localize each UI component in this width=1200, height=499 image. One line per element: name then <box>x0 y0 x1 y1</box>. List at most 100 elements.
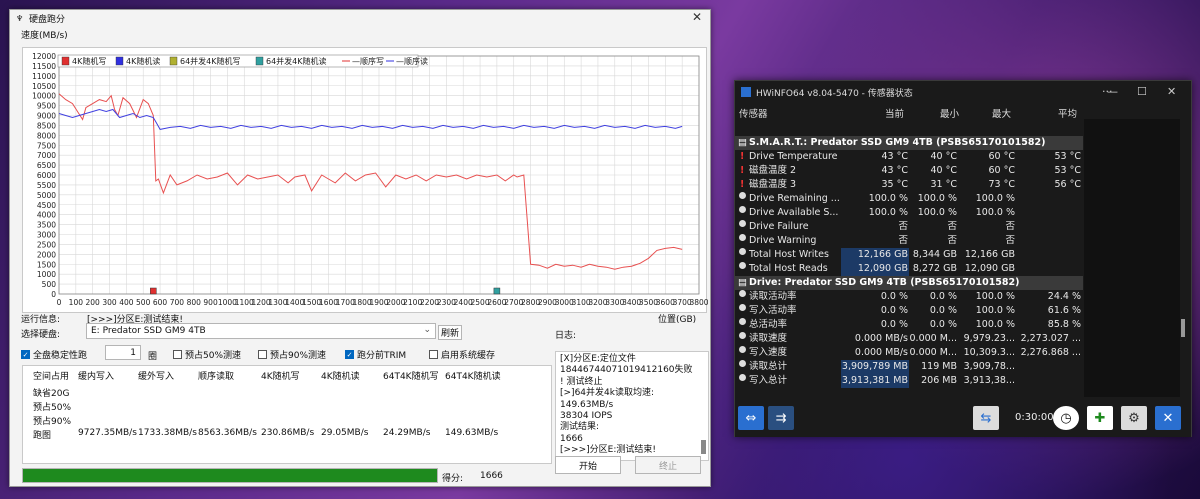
y-tick-label: 6500 <box>37 161 56 170</box>
log-scrollbar[interactable] <box>701 440 706 454</box>
sensor-row[interactable]: 读取总计 3,909,789 MB 119 MB 3,909,78... <box>735 360 1083 374</box>
system-cache-checkbox[interactable]: 启用系统缓存 <box>429 348 495 361</box>
expand-arrows-icon[interactable]: ⇉ <box>768 406 794 430</box>
results-header: 空间占用 <box>33 372 70 382</box>
sensor-min: 8,344 GB <box>912 249 957 260</box>
y-tick-label: 500 <box>42 280 57 289</box>
y-tick-label: 5000 <box>37 191 56 200</box>
sensor-section[interactable]: ▤ S.M.A.R.T.: Predator SSD GM9 4TB (PSBS6… <box>735 136 1083 150</box>
results-header: 缓外写入 <box>138 372 175 382</box>
results-header: 64T4K随机写 <box>383 372 439 382</box>
checkbox-label: 全盘稳定性跑 <box>33 351 88 361</box>
sensor-icon <box>739 234 746 241</box>
sensor-avg: 61.6 % <box>1047 305 1081 316</box>
maximize-button[interactable]: ☐ <box>1137 85 1147 98</box>
results-cell: 1733.38MB/s <box>138 428 197 438</box>
sensor-row[interactable]: Total Host Writes 12,166 GB 8,344 GB 12,166… <box>735 248 1083 262</box>
clock-icon[interactable]: ◷ <box>1053 406 1079 430</box>
checkbox-unchecked-icon <box>173 350 182 359</box>
col-sensor[interactable]: 传感器 <box>739 106 768 120</box>
sensor-label: Total Host Reads <box>749 263 828 274</box>
sensor-row[interactable]: Drive Warning 否 否 否 <box>735 234 1083 248</box>
results-header: 顺序读取 <box>198 372 235 382</box>
checkbox-label: 跑分前TRIM <box>357 351 407 361</box>
sensor-row[interactable]: ! 磁盘温度 3 35 °C 31 °C 73 °C 56 °C <box>735 178 1083 192</box>
network-icon[interactable]: ⇆ <box>973 406 999 430</box>
sensor-section[interactable]: ▤ Drive: Predator SSD GM9 4TB (PSBS651701… <box>735 276 1083 290</box>
results-cell: 24.29MB/s <box>383 428 431 438</box>
results-cell: 预占50% <box>33 403 72 413</box>
results-cell: 230.86MB/s <box>261 428 315 438</box>
x-tick-label: 800 <box>187 298 202 307</box>
sensor-row[interactable]: Drive Failure 否 否 否 <box>735 220 1083 234</box>
refresh-button[interactable]: 刷新 <box>438 325 462 340</box>
sensor-cur: 0.0 % <box>880 305 908 316</box>
sensor-row[interactable]: 写入总计 3,913,381 MB 206 MB 3,913,38... <box>735 374 1083 388</box>
sensor-row[interactable]: 写入速度 0.000 MB/s 0.000 M... 10,309.3... 2,276… <box>735 346 1083 360</box>
y-tick-label: 8000 <box>37 131 56 140</box>
sensor-min: 206 MB <box>921 375 957 386</box>
legend-label: 64并发4K随机写 <box>180 56 241 66</box>
col-current[interactable]: 当前 <box>885 106 904 120</box>
legend: 4K随机写 4K随机读 64并发4K随机写 64并发4K随机读 —顺序写 —顺序读 <box>57 54 428 68</box>
checkbox-label: 预占50%测速 <box>185 351 242 361</box>
drive-icon: ▤ <box>738 137 747 148</box>
loops-input[interactable]: 1 <box>105 345 141 360</box>
sensor-row[interactable]: 读取速度 0.000 MB/s 0.000 M... 9,979.23... 2,273… <box>735 332 1083 346</box>
legend-swatch <box>115 56 124 66</box>
add-report-icon[interactable]: ✚ <box>1087 406 1113 430</box>
sensor-icon <box>739 290 746 297</box>
x-tick-label: 500 <box>136 298 151 307</box>
y-tick-label: 1000 <box>37 270 56 279</box>
full-disk-stability-checkbox[interactable]: ✓ 全盘稳定性跑 <box>21 348 87 361</box>
y-tick-label: 8500 <box>37 121 56 130</box>
sensor-row[interactable]: 总活动率 0.0 % 0.0 % 100.0 % 85.8 % <box>735 318 1083 332</box>
score-label: 得分: <box>442 474 464 484</box>
y-axis-title: 速度(MB/s) <box>21 31 68 41</box>
close-button[interactable]: ✕ <box>1167 85 1176 98</box>
col-max[interactable]: 最大 <box>992 106 1011 120</box>
y-tick-label: 7500 <box>37 141 56 150</box>
sensor-cur: 否 <box>898 235 908 246</box>
sensor-row[interactable]: ! 磁盘温度 2 43 °C 40 °C 60 °C 53 °C <box>735 164 1083 178</box>
minimize-button[interactable]: — <box>1107 85 1118 98</box>
y-tick-label: 2000 <box>37 250 56 259</box>
sensor-row[interactable]: Drive Remaining ... 100.0 % 100.0 % 100.0 % <box>735 192 1083 206</box>
sensor-row[interactable]: 写入活动率 0.0 % 0.0 % 100.0 % 61.6 % <box>735 304 1083 318</box>
y-tick-label: 12000 <box>32 52 56 61</box>
close-button[interactable]: ✕ <box>692 10 702 24</box>
prefill-90-checkbox[interactable]: 预占90%测速 <box>258 348 326 361</box>
results-cell: 8563.36MB/s <box>198 428 257 438</box>
start-button[interactable]: 开始 <box>555 456 621 474</box>
y-tick-label: 0 <box>51 290 56 299</box>
sensor-row[interactable]: Drive Available S... 100.0 % 100.0 % 100.0 … <box>735 206 1083 220</box>
sensor-avg: 53 °C <box>1054 165 1082 176</box>
y-tick-label: 11000 <box>32 72 56 81</box>
log-line: 测试结果: <box>560 422 600 433</box>
sensor-label: Drive Warning <box>749 235 817 246</box>
sensor-row[interactable]: ! Drive Temperature 43 °C 40 °C 60 °C 53 °C <box>735 150 1083 164</box>
score-value: 1666 <box>480 471 503 481</box>
stop-button[interactable]: 终止 <box>635 456 701 474</box>
sensor-table: ▤ S.M.A.R.T.: Predator SSD GM9 4TB (PSBS6… <box>735 136 1083 388</box>
log-panel[interactable]: [X]分区E:定位文件 18446744071019412160失败! 测试终止[… <box>555 351 709 461</box>
select-disk-label: 选择硬盘: <box>21 330 61 340</box>
sensor-icon <box>739 304 746 311</box>
sensor-row[interactable]: Total Host Reads 12,090 GB 8,272 GB 12,090 … <box>735 262 1083 276</box>
sensor-icon <box>739 374 746 381</box>
trim-before-checkbox[interactable]: ✓ 跑分前TRIM <box>345 348 406 361</box>
col-avg[interactable]: 平均 <box>1058 106 1077 120</box>
sensor-label: 读取活动率 <box>749 291 797 302</box>
sensor-cur: 43 °C <box>881 165 909 176</box>
y-tick-label: 9500 <box>37 102 56 111</box>
sensor-max: 9,979.23... <box>963 333 1015 344</box>
disk-select[interactable]: E: Predator SSD GM9 4TB ⌄ <box>86 323 436 339</box>
sensor-row[interactable]: 读取活动率 0.0 % 0.0 % 100.0 % 24.4 % <box>735 290 1083 304</box>
gear-icon[interactable]: ⚙ <box>1121 406 1147 430</box>
close-icon[interactable]: ✕ <box>1155 406 1181 430</box>
vertical-scrollbar[interactable] <box>1181 319 1185 337</box>
col-min[interactable]: 最小 <box>940 106 959 120</box>
collapse-arrows-icon[interactable]: ⇔ <box>738 406 764 430</box>
prefill-50-checkbox[interactable]: 预占50%测速 <box>173 348 241 361</box>
results-table: 空间占用 缓内写入 缓外写入 顺序读取 4K随机写 4K随机读 64T4K随机写 64T4K随… <box>22 365 552 464</box>
